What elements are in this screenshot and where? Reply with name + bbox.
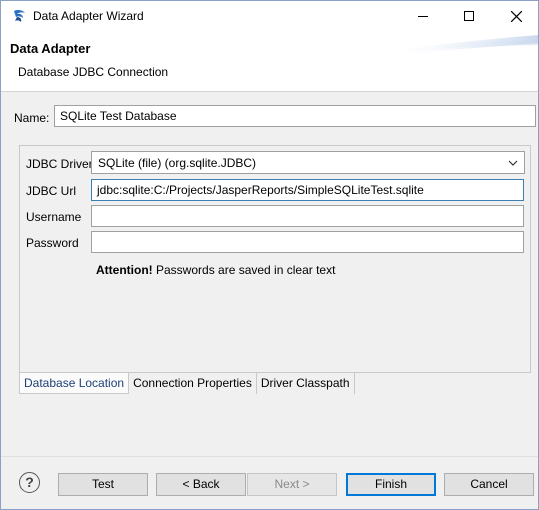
tab-connection-properties[interactable]: Connection Properties (129, 373, 257, 394)
maximize-button[interactable] (446, 1, 492, 31)
minimize-icon (418, 16, 428, 17)
jdbc-driver-select[interactable]: SQLite (file) (org.sqlite.JDBC) (91, 151, 525, 174)
minimize-button[interactable] (400, 1, 446, 31)
jdbc-url-label: JDBC Url (26, 184, 76, 198)
username-label: Username (26, 210, 82, 224)
window-title: Data Adapter Wizard (33, 9, 144, 23)
tab-bar: Database Location Connection Properties … (19, 373, 355, 394)
jdbc-driver-label: JDBC Driver (26, 157, 93, 171)
attention-label: Attention! (96, 263, 153, 277)
help-button[interactable]: ? (19, 472, 40, 493)
tab-driver-classpath[interactable]: Driver Classpath (256, 373, 355, 394)
name-label: Name: (14, 111, 50, 125)
chevron-down-icon (508, 160, 518, 166)
attention-text: Passwords are saved in clear text (156, 263, 336, 277)
help-icon: ? (25, 474, 34, 490)
next-button[interactable]: Next > (247, 473, 337, 496)
page-title: Data Adapter (10, 41, 91, 56)
username-input[interactable] (91, 205, 524, 227)
header-banner-graphic (378, 35, 538, 55)
close-icon (510, 10, 522, 22)
wizard-header: Data Adapter Database JDBC Connection (1, 31, 538, 92)
title-bar: Data Adapter Wizard (1, 1, 538, 31)
page-subtitle: Database JDBC Connection (18, 65, 169, 79)
cancel-button[interactable]: Cancel (444, 473, 534, 496)
test-button[interactable]: Test (58, 473, 148, 496)
password-label: Password (26, 236, 79, 250)
finish-button[interactable]: Finish (346, 473, 436, 496)
jdbc-driver-value: SQLite (file) (org.sqlite.JDBC) (98, 156, 257, 170)
close-button[interactable] (493, 1, 539, 31)
tab-database-location[interactable]: Database Location (19, 373, 130, 394)
footer-divider (1, 456, 538, 457)
password-warning: Attention! Passwords are saved in clear … (96, 263, 335, 277)
maximize-icon (464, 11, 474, 21)
jaspersoft-icon (14, 9, 25, 22)
name-input[interactable]: SQLite Test Database (54, 105, 536, 127)
jdbc-url-input[interactable]: jdbc:sqlite:C:/Projects/JasperReports/Si… (91, 179, 524, 201)
wizard-window: Data Adapter Wizard Data Adapter Databas… (0, 0, 539, 510)
password-input[interactable] (91, 231, 524, 253)
back-button[interactable]: < Back (156, 473, 246, 496)
